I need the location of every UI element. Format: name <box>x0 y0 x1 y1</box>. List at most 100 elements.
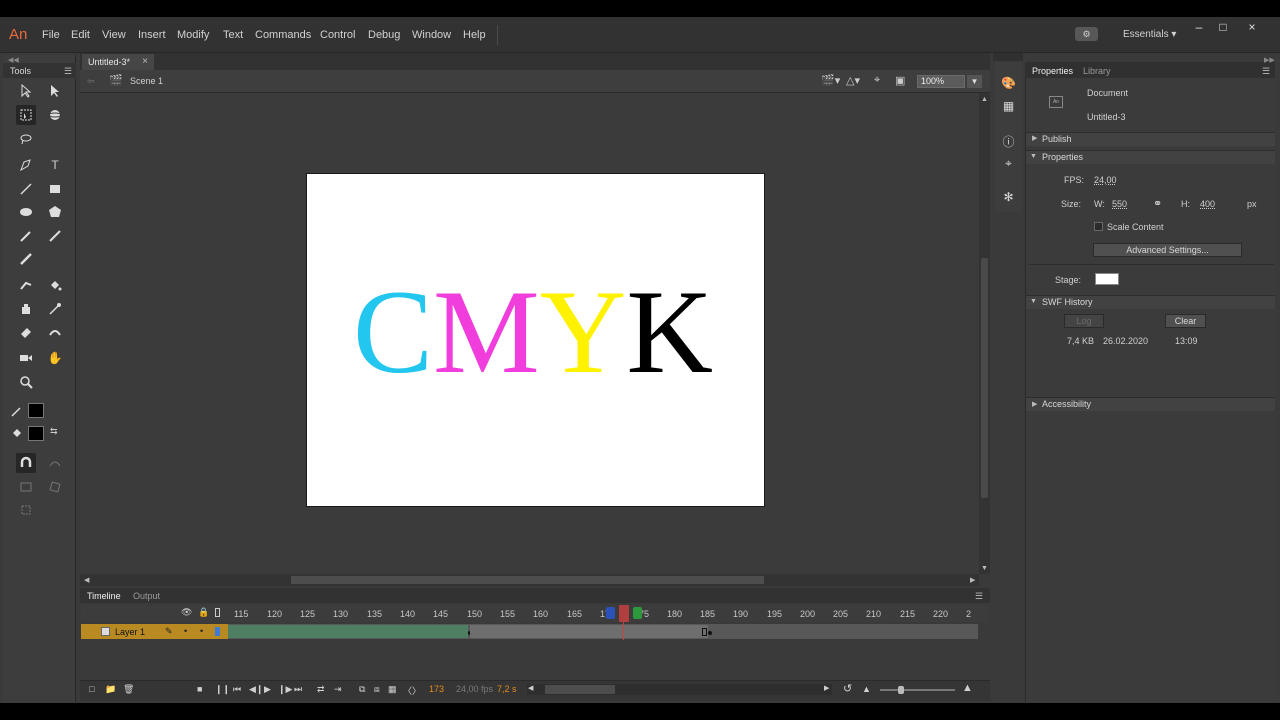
hand-tool-icon[interactable]: ✋ <box>45 348 65 368</box>
center-frame-icon[interactable]: ⇥ <box>334 684 342 695</box>
layer-outline-color[interactable] <box>215 627 220 636</box>
scale-content-label[interactable]: Scale Content <box>1107 222 1164 232</box>
scene-label[interactable]: Scene 1 <box>130 76 163 86</box>
properties-menu-icon[interactable]: ☰ <box>1262 66 1270 77</box>
scroll-right-icon[interactable]: ▶ <box>970 576 975 584</box>
step-back-icon[interactable]: ◀❙ <box>249 684 263 695</box>
menu-window[interactable]: Window <box>412 29 451 41</box>
modify-markers-icon[interactable]: 〈〉 <box>403 684 421 697</box>
close-tab-icon[interactable]: × <box>142 56 148 67</box>
pin-icon[interactable]: ❙❙ <box>215 684 230 695</box>
height-value[interactable]: 400 <box>1200 199 1215 209</box>
menu-file[interactable]: File <box>42 29 60 41</box>
selection-tool-icon[interactable] <box>16 81 36 101</box>
timeline-zoom-handle[interactable] <box>898 686 904 694</box>
zoom-in-icon[interactable]: ▲ <box>962 682 973 694</box>
publish-label[interactable]: Publish <box>1042 134 1072 144</box>
collapse-panels-icon[interactable]: ▶▶ <box>1264 56 1275 64</box>
ink-bottle-tool-icon[interactable] <box>16 299 36 319</box>
tab-timeline[interactable]: Timeline <box>87 591 121 601</box>
clear-button[interactable]: Clear <box>1165 314 1206 328</box>
lasso-tool-icon[interactable] <box>16 129 36 149</box>
frame-span[interactable] <box>470 625 708 638</box>
horizontal-scrollbar[interactable] <box>80 574 979 586</box>
stroke-color-icon[interactable] <box>7 401 27 421</box>
onion-skin-end-marker[interactable] <box>633 607 642 619</box>
pencil-tool-icon[interactable] <box>16 226 36 246</box>
layer-lock-dot[interactable]: • <box>200 626 203 636</box>
timeline-hscroll-thumb[interactable] <box>545 685 615 694</box>
accessibility-expand-icon[interactable]: ▶ <box>1032 400 1037 408</box>
swatches-panel-icon[interactable]: ▦ <box>1001 99 1016 114</box>
elapsed-time[interactable]: 7,2 s <box>497 684 517 694</box>
menu-control[interactable]: Control <box>320 29 355 41</box>
clip-content-icon[interactable]: ▣ <box>895 74 905 87</box>
free-transform-tool-icon[interactable] <box>16 105 36 125</box>
zoom-tool-icon[interactable] <box>16 372 36 392</box>
first-frame-icon[interactable]: ⏮ <box>233 684 241 695</box>
close-window-button[interactable]: × <box>1243 20 1261 34</box>
motion-presets-icon[interactable]: ✻ <box>1001 190 1016 205</box>
width-value[interactable]: 550 <box>1112 199 1127 209</box>
delete-layer-icon[interactable]: 🗑 <box>123 684 134 695</box>
menu-text[interactable]: Text <box>223 29 243 41</box>
eraser-tool-icon[interactable] <box>16 322 36 342</box>
end-frame-marker[interactable] <box>702 628 707 636</box>
oval-tool-icon[interactable] <box>16 202 36 222</box>
scroll-up-icon[interactable]: ▲ <box>981 96 988 103</box>
swf-history-collapse-icon[interactable]: ▼ <box>1030 298 1037 305</box>
stage-color-swatch[interactable] <box>1095 273 1119 285</box>
stage-text[interactable]: CMYK <box>353 272 713 392</box>
polystar-tool-icon[interactable] <box>45 202 65 222</box>
edit-scene-icon[interactable]: 🎬▾ <box>821 74 840 87</box>
snap-to-objects-icon[interactable] <box>16 453 36 473</box>
zoom-input[interactable]: 100% <box>917 75 965 88</box>
document-name[interactable]: Untitled-3 <box>1087 112 1126 122</box>
onion-skin-outlines-icon[interactable]: ⧈ <box>374 684 380 695</box>
menu-help[interactable]: Help <box>463 29 486 41</box>
zoom-dropdown-icon[interactable]: ▼ <box>967 75 982 88</box>
color-panel-icon[interactable]: 🎨 <box>1001 76 1016 91</box>
collapse-tools-icon[interactable]: ◀◀ <box>8 56 19 64</box>
rectangle-tool-icon[interactable] <box>45 179 65 199</box>
fill-color-icon[interactable] <box>7 424 27 444</box>
line-tool-icon[interactable] <box>16 179 36 199</box>
timeline-scroll-right-icon[interactable]: ▶ <box>824 684 829 692</box>
eyedropper-tool-icon[interactable] <box>45 299 65 319</box>
layer-visible-dot[interactable]: • <box>184 626 187 636</box>
menu-debug[interactable]: Debug <box>368 29 400 41</box>
keyframe-dot[interactable] <box>708 631 712 635</box>
text-tool-icon[interactable]: T <box>45 155 65 175</box>
advanced-settings-button[interactable]: Advanced Settings... <box>1093 243 1242 257</box>
tween-span[interactable] <box>228 625 468 638</box>
document-tab[interactable]: Untitled-3* × <box>82 54 154 70</box>
play-icon[interactable]: ▶ <box>264 684 271 695</box>
new-layer-icon[interactable]: □ <box>89 684 94 694</box>
show-all-layers-icon[interactable]: 👁 <box>181 607 192 618</box>
3d-rotation-tool-icon[interactable] <box>45 105 65 125</box>
new-folder-icon[interactable]: 📁 <box>105 684 116 695</box>
publish-expand-icon[interactable]: ▶ <box>1032 134 1037 142</box>
fps-value[interactable]: 24,00 <box>1094 175 1117 185</box>
bone-tool-icon[interactable] <box>16 276 36 296</box>
timeline-menu-icon[interactable]: ☰ <box>975 591 983 602</box>
frame-rate[interactable]: 24,00 fps <box>456 684 493 694</box>
back-arrow-icon[interactable]: ⇦ <box>87 76 95 87</box>
vertical-scroll-thumb[interactable] <box>981 258 988 498</box>
pen-tool-icon[interactable] <box>16 155 36 175</box>
tools-menu-icon[interactable]: ☰ <box>64 66 72 77</box>
minimize-button[interactable]: – <box>1190 20 1208 34</box>
tab-properties[interactable]: Properties <box>1032 66 1073 76</box>
scale-content-checkbox[interactable] <box>1094 222 1103 231</box>
loop-icon[interactable]: ⇄ <box>317 684 325 695</box>
link-dimensions-icon[interactable]: ⚭ <box>1153 197 1162 210</box>
stroke-color-swatch[interactable] <box>28 403 44 418</box>
width-tool-icon[interactable] <box>45 322 65 342</box>
properties-collapse-icon[interactable]: ▼ <box>1030 153 1037 160</box>
lock-all-layers-icon[interactable]: 🔒 <box>198 607 209 618</box>
camera-toggle-icon[interactable]: ■ <box>197 684 202 694</box>
reset-zoom-icon[interactable]: ↺ <box>843 682 852 695</box>
align-panel-icon[interactable]: ⌖ <box>1001 156 1016 171</box>
fill-color-swatch[interactable] <box>28 426 44 441</box>
accessibility-label[interactable]: Accessibility <box>1042 399 1091 409</box>
